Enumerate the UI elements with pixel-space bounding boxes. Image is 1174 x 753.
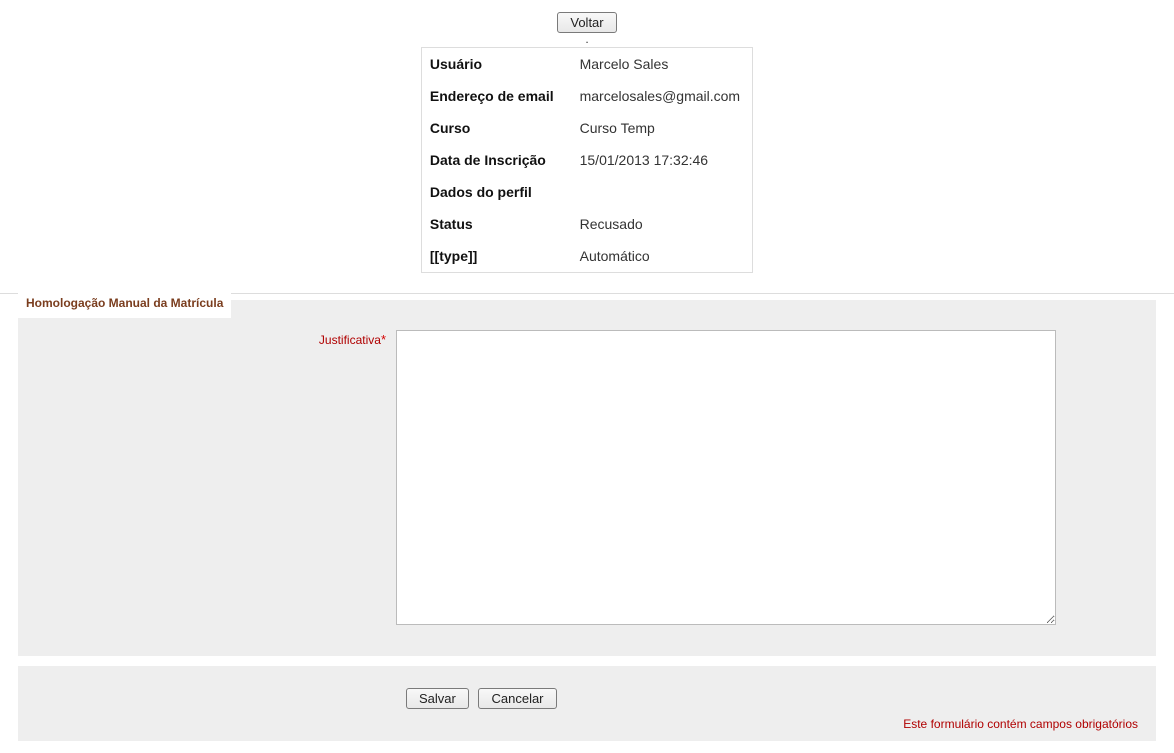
profile-data-label: Dados do perfil	[421, 176, 752, 208]
homologation-fieldset: Homologação Manual da Matrícula Justific…	[18, 300, 1156, 656]
type-label: [[type]]	[421, 240, 571, 273]
table-row: Dados do perfil	[421, 176, 752, 208]
table-row: Curso Curso Temp	[421, 112, 752, 144]
table-row: Data de Inscrição 15/01/2013 17:32:46	[421, 144, 752, 176]
save-button[interactable]: Salvar	[406, 688, 469, 709]
user-value: Marcelo Sales	[572, 48, 753, 81]
table-row: Usuário Marcelo Sales	[421, 48, 752, 81]
status-label: Status	[421, 208, 571, 240]
form-section: Homologação Manual da Matrícula Justific…	[18, 300, 1156, 656]
table-row: [[type]] Automático	[421, 240, 752, 273]
actions-buttons: Salvar Cancelar	[406, 688, 1138, 709]
status-value: Recusado	[572, 208, 753, 240]
justification-row: Justificativa*	[36, 330, 1138, 628]
back-button[interactable]: Voltar	[557, 12, 616, 33]
type-value: Automático	[572, 240, 753, 273]
top-bar: Voltar .	[0, 0, 1174, 45]
info-table: Usuário Marcelo Sales Endereço de email …	[421, 47, 753, 273]
enroll-date-value: 15/01/2013 17:32:46	[572, 144, 753, 176]
justification-label: Justificativa	[319, 333, 381, 347]
justification-textarea[interactable]	[396, 330, 1056, 625]
course-value: Curso Temp	[572, 112, 753, 144]
justification-label-col: Justificativa*	[36, 330, 396, 347]
actions-bar: Salvar Cancelar Este formulário contém c…	[18, 666, 1156, 741]
cancel-button[interactable]: Cancelar	[478, 688, 556, 709]
info-table-container: Usuário Marcelo Sales Endereço de email …	[0, 47, 1174, 273]
required-star-icon: *	[381, 332, 386, 347]
email-value: marcelosales@gmail.com	[572, 80, 753, 112]
required-fields-note: Este formulário contém campos obrigatóri…	[36, 717, 1138, 731]
enroll-date-label: Data de Inscrição	[421, 144, 571, 176]
table-row: Status Recusado	[421, 208, 752, 240]
dot-separator: .	[0, 35, 1174, 45]
email-label: Endereço de email	[421, 80, 571, 112]
table-row: Endereço de email marcelosales@gmail.com	[421, 80, 752, 112]
course-label: Curso	[421, 112, 571, 144]
justification-input-col	[396, 330, 1056, 628]
fieldset-legend: Homologação Manual da Matrícula	[18, 292, 231, 318]
user-label: Usuário	[421, 48, 571, 81]
